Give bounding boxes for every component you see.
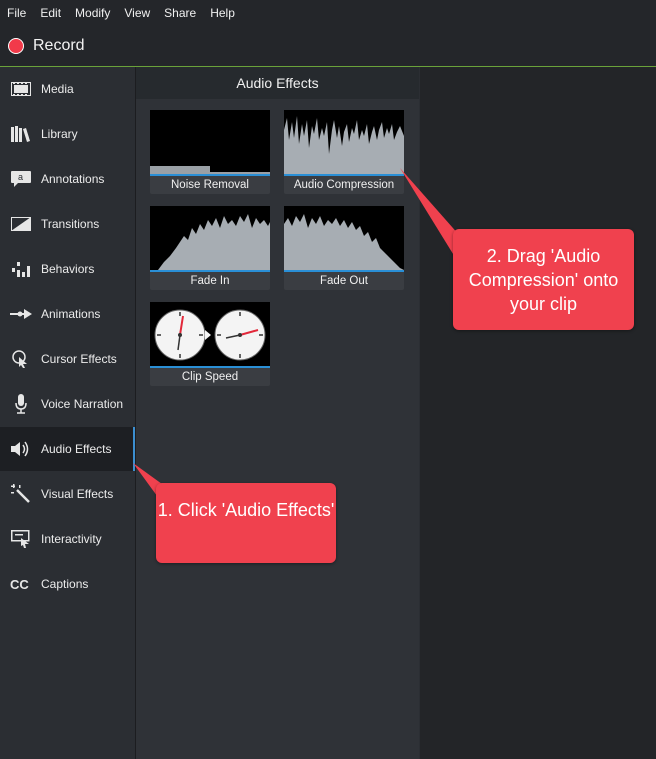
effect-tile-noise-removal[interactable]: Noise Removal	[150, 110, 270, 194]
callout-step-2: 2. Drag 'Audio Compression' onto your cl…	[453, 229, 634, 330]
canvas-area	[420, 67, 656, 759]
sidebar-item-voice-narration[interactable]: Voice Narration	[0, 382, 135, 426]
callout-step-1: 1. Click 'Audio Effects'	[156, 483, 336, 563]
effect-label: Audio Compression	[293, 179, 395, 191]
fade-out-thumbnail	[284, 206, 404, 272]
sidebar-item-label: Library	[41, 127, 78, 141]
svg-text:a: a	[18, 172, 23, 182]
sidebar-item-label: Media	[41, 82, 74, 96]
sidebar-item-annotations[interactable]: a Annotations	[0, 157, 135, 201]
microphone-icon	[10, 394, 32, 414]
effect-tile-audio-compression[interactable]: Audio Compression	[284, 110, 404, 194]
books-icon	[10, 125, 32, 143]
sidebar-item-label: Voice Narration	[41, 397, 124, 411]
effect-tile-clip-speed[interactable]: Clip Speed	[150, 302, 270, 386]
menu-bar: File Edit Modify View Share Help	[0, 0, 656, 26]
effect-label: Fade Out	[320, 275, 368, 287]
record-icon[interactable]	[8, 38, 24, 54]
record-toolbar: Record	[0, 26, 656, 67]
clip-speed-thumbnail	[150, 302, 270, 368]
menu-modify[interactable]: Modify	[68, 6, 117, 20]
menu-share[interactable]: Share	[157, 6, 203, 20]
sidebar-item-label: Annotations	[41, 172, 105, 186]
sidebar-item-library[interactable]: Library	[0, 112, 135, 156]
sidebar-item-captions[interactable]: CC Captions	[0, 562, 135, 606]
noise-removal-thumbnail	[150, 110, 270, 176]
film-strip-icon	[10, 80, 32, 98]
effect-label: Clip Speed	[181, 371, 239, 383]
callout-step-1-text: 1. Click 'Audio Effects'	[157, 500, 335, 520]
sidebar-item-label: Transitions	[41, 217, 100, 231]
sidebar-item-label: Interactivity	[41, 532, 102, 546]
sidebar-item-label: Audio Effects	[41, 442, 112, 456]
effect-label: Noise Removal	[171, 179, 249, 191]
magic-wand-icon	[10, 484, 32, 503]
sidebar-item-media[interactable]: Media	[0, 67, 135, 111]
sidebar-item-cursor-effects[interactable]: Cursor Effects	[0, 337, 135, 381]
speaker-icon	[10, 440, 32, 458]
panel-title: Audio Effects	[136, 67, 419, 99]
svg-text:CC: CC	[10, 577, 29, 591]
sidebar-item-label: Animations	[41, 307, 101, 321]
sidebar-item-label: Cursor Effects	[41, 352, 117, 366]
effect-label: Fade In	[190, 275, 230, 287]
fade-in-thumbnail	[150, 206, 270, 272]
sidebar: Media Library a Annotations Transitions …	[0, 67, 136, 759]
sidebar-item-label: Behaviors	[41, 262, 95, 276]
cursor-icon	[10, 350, 32, 368]
menu-view[interactable]: View	[117, 6, 157, 20]
menu-file[interactable]: File	[0, 6, 33, 20]
sidebar-item-behaviors[interactable]: Behaviors	[0, 247, 135, 291]
transition-icon	[10, 215, 32, 233]
sidebar-item-label: Captions	[41, 577, 89, 591]
effect-tile-fade-out[interactable]: Fade Out	[284, 206, 404, 290]
interactivity-icon	[10, 530, 32, 548]
animation-arrow-icon	[10, 305, 32, 323]
sidebar-item-interactivity[interactable]: Interactivity	[0, 517, 135, 561]
sidebar-item-transitions[interactable]: Transitions	[0, 202, 135, 246]
sidebar-item-label: Visual Effects	[41, 487, 114, 501]
effects-panel: Audio Effects Noise Removal Audio Compre…	[136, 67, 419, 759]
cc-icon: CC	[10, 575, 32, 593]
audio-compression-thumbnail	[284, 110, 404, 176]
sidebar-item-visual-effects[interactable]: Visual Effects	[0, 472, 135, 516]
menu-edit[interactable]: Edit	[33, 6, 68, 20]
effect-tile-fade-in[interactable]: Fade In	[150, 206, 270, 290]
annotation-icon: a	[10, 170, 32, 188]
callout-step-2-text: 2. Drag 'Audio Compression' onto your cl…	[468, 246, 619, 314]
sidebar-item-audio-effects[interactable]: Audio Effects	[0, 427, 135, 471]
behaviors-icon	[10, 260, 32, 278]
sidebar-item-animations[interactable]: Animations	[0, 292, 135, 336]
menu-help[interactable]: Help	[203, 6, 242, 20]
record-button[interactable]: Record	[33, 37, 85, 55]
